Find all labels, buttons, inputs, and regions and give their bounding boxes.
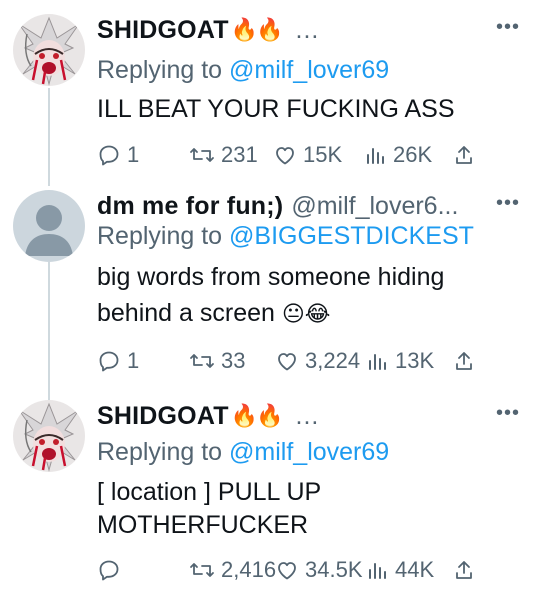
tweet-3[interactable]: SHIDGOAT 🔥🔥 ... ••• Replying to @milf_lo…: [0, 400, 540, 590]
tweet-1[interactable]: SHIDGOAT 🔥🔥 ... ••• Replying to @milf_lo…: [0, 14, 540, 184]
retweet-button[interactable]: 2,416: [189, 555, 276, 585]
reply-icon: [99, 560, 119, 581]
like-button[interactable]: 34.5K: [275, 555, 363, 585]
action-bar: 1 33 3,224 13K: [97, 346, 520, 376]
views-button[interactable]: 44K: [367, 555, 434, 585]
retweet-count: 2,416: [221, 557, 277, 582]
replying-to: Replying to @BIGGESTDICKEST: [97, 222, 474, 251]
like-count: 15K: [303, 142, 343, 167]
tweet-text: ILL BEAT YOUR FUCKING ASS: [97, 95, 455, 123]
avatar-shidgoat[interactable]: [13, 400, 85, 472]
replying-to-handle[interactable]: @milf_lover69: [229, 56, 389, 84]
replying-to-label: Replying to: [97, 56, 230, 84]
views-icon: [367, 148, 384, 164]
like-icon: [276, 147, 294, 165]
like-icon: [278, 353, 296, 371]
tweet-text-line-1: [ location ] PULL UP: [97, 478, 322, 506]
like-count: 3,224: [305, 348, 361, 373]
reply-button[interactable]: [97, 555, 127, 585]
share-button[interactable]: [453, 346, 481, 376]
tweet-text: big words from someone hiding behind a s…: [97, 259, 520, 332]
replying-to-handle[interactable]: @milf_lover69: [229, 438, 389, 466]
tweet-text-line-2: behind a screen 😐😂: [97, 295, 520, 332]
author-handle[interactable]: @milf_lover6...: [291, 192, 458, 221]
reply-icon: [99, 145, 119, 166]
replying-to-label: Replying to: [97, 222, 230, 250]
tweet-text-line-2-words: behind a screen: [97, 299, 275, 327]
share-button[interactable]: [453, 555, 481, 585]
like-button[interactable]: 3,224: [275, 346, 360, 376]
action-bar: 2,416 34.5K 44K: [97, 555, 520, 585]
avatar-default[interactable]: [13, 190, 85, 262]
tweet-text-line-1: big words from someone hiding: [97, 263, 445, 291]
avatar-shidgoat[interactable]: [13, 14, 85, 86]
views-button[interactable]: 26K: [365, 140, 432, 170]
author-name[interactable]: SHIDGOAT: [97, 16, 229, 45]
author-handle[interactable]: ...: [296, 402, 320, 431]
retweet-button[interactable]: 33: [189, 346, 245, 376]
more-icon[interactable]: •••: [496, 402, 520, 425]
share-button[interactable]: [453, 140, 481, 170]
replying-to: Replying to @milf_lover69: [97, 56, 389, 85]
share-icon: [456, 352, 472, 370]
tweet-text: [ location ] PULL UP MOTHERFUCKER: [97, 476, 520, 542]
retweet-icon: [190, 148, 214, 162]
reply-count: 1: [127, 142, 140, 167]
fire-emoji: 🔥🔥: [230, 17, 284, 42]
views-count: 13K: [395, 348, 435, 373]
author-name[interactable]: dm me for fun;): [97, 192, 283, 221]
share-icon: [456, 561, 472, 579]
tweet-header: SHIDGOAT 🔥🔥 ...: [97, 400, 522, 432]
like-count: 34.5K: [305, 557, 363, 582]
reply-button[interactable]: 1: [97, 140, 139, 170]
retweet-button[interactable]: 231: [189, 140, 258, 170]
tweet-header: dm me for fun;) @milf_lover6...: [97, 190, 522, 222]
views-button[interactable]: 13K: [367, 346, 434, 376]
reply-button[interactable]: 1: [97, 346, 139, 376]
views-icon: [369, 563, 386, 579]
author-name[interactable]: SHIDGOAT: [97, 402, 229, 431]
tweet-text-line-2: MOTHERFUCKER: [97, 511, 309, 539]
replying-to: Replying to @milf_lover69: [97, 438, 389, 467]
replying-to-label: Replying to: [97, 438, 230, 466]
emoji-faces: 😐😂: [281, 301, 331, 326]
tweet-header: SHIDGOAT 🔥🔥 ...: [97, 14, 522, 46]
views-count: 44K: [395, 557, 435, 582]
retweet-count: 231: [221, 142, 258, 167]
retweet-icon: [190, 563, 214, 577]
views-count: 26K: [393, 142, 433, 167]
retweet-icon: [190, 354, 214, 368]
reply-icon: [99, 351, 119, 372]
action-bar: 1 231 15K 26K: [97, 140, 520, 170]
share-icon: [456, 146, 472, 164]
like-icon: [278, 562, 296, 580]
tweet-2[interactable]: dm me for fun;) @milf_lover6... ••• Repl…: [0, 190, 540, 390]
retweet-count: 33: [221, 348, 246, 373]
views-icon: [369, 354, 386, 370]
replying-to-handle[interactable]: @BIGGESTDICKEST: [229, 222, 474, 250]
author-handle[interactable]: ...: [296, 16, 320, 45]
more-icon[interactable]: •••: [496, 192, 520, 215]
like-button[interactable]: 15K: [273, 140, 342, 170]
reply-count: 1: [127, 348, 140, 373]
fire-emoji: 🔥🔥: [230, 403, 284, 428]
more-icon[interactable]: •••: [496, 16, 520, 39]
